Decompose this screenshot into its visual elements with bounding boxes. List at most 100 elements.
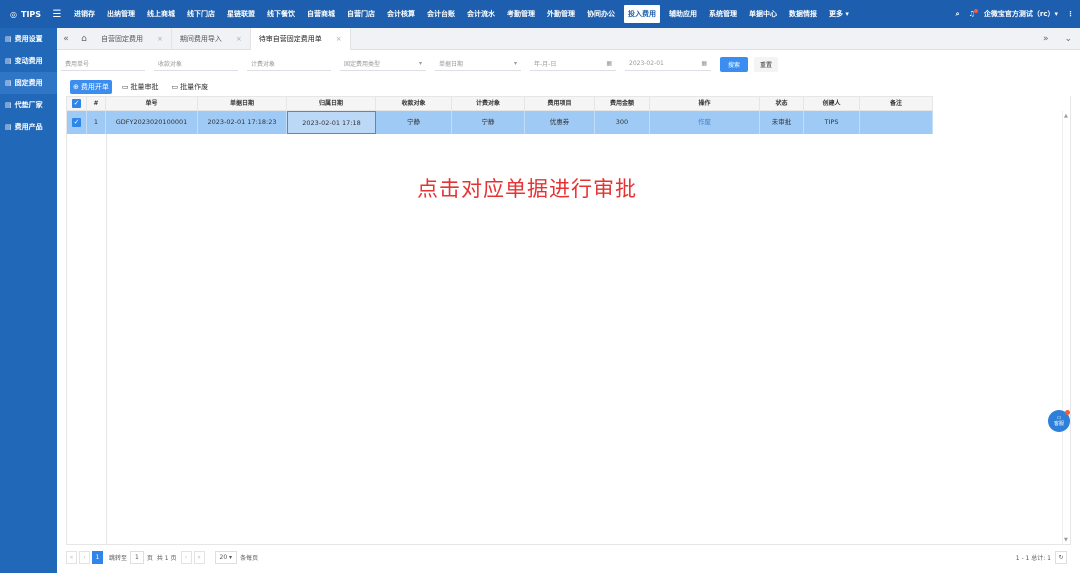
nav-item[interactable]: 自营门店 — [341, 0, 381, 28]
reset-button[interactable]: 重置 — [754, 56, 779, 72]
nav-item[interactable]: 进销存 — [68, 0, 101, 28]
fee-type-select[interactable]: 固定费用类型 ▾ — [340, 57, 426, 71]
nav-item[interactable]: 辅助应用 — [663, 0, 703, 28]
close-icon[interactable]: × — [157, 28, 163, 50]
nav-item[interactable]: 系统管理 — [703, 0, 743, 28]
nav-item[interactable]: 线下门店 — [181, 0, 221, 28]
cell-bill-date[interactable]: 2023-02-01 17:18:23 — [198, 111, 287, 134]
logo-text: TIPS — [20, 9, 42, 19]
cell-creator[interactable]: TIPS — [804, 111, 860, 134]
tab-scroll-right-icon[interactable]: » — [1043, 34, 1049, 44]
nav-item-active[interactable]: 投入费用 — [624, 5, 660, 23]
sidebar-item-variable-fee[interactable]: ▤ 变动费用 — [0, 50, 57, 72]
column-header[interactable]: 计费对象 — [452, 97, 525, 111]
last-page-icon[interactable]: » — [193, 550, 205, 564]
pager-summary: 1 - 1 总计: 1 ↻ — [1015, 550, 1067, 564]
column-header[interactable]: 收款对象 — [376, 97, 452, 111]
start-date-input[interactable]: 年-月-日 ▦ — [530, 57, 616, 71]
vertical-scrollbar[interactable]: ▲ ▼ — [1062, 111, 1070, 545]
cell-amount[interactable]: 300 — [595, 111, 650, 134]
column-header[interactable]: 单据日期 — [198, 97, 287, 111]
column-header[interactable]: 状态 — [760, 97, 804, 111]
search-button[interactable]: 搜索 — [720, 56, 749, 72]
first-page-icon[interactable]: « — [66, 550, 77, 564]
app-logo[interactable]: ◎ TIPS — [0, 10, 46, 19]
date-type-select[interactable]: 单据日期 ▾ — [435, 57, 521, 71]
page-size-select[interactable]: 20 ▾ — [214, 550, 238, 564]
end-date-input[interactable]: 2023-02-01 ▦ — [625, 57, 711, 71]
next-page-icon[interactable]: › — [180, 550, 192, 564]
menu-toggle-icon[interactable]: ☰ — [46, 9, 68, 20]
tab-fixed-fee[interactable]: 自营固定费用 × — [93, 27, 172, 50]
nav-more[interactable]: 更多 ▾ — [823, 0, 855, 28]
table-row[interactable]: ✓ 1 GDFY2023020100001 2023-02-01 17:18:2… — [67, 111, 933, 134]
close-icon[interactable]: × — [336, 28, 342, 50]
sidebar-item-fixed-fee[interactable]: ▤ 固定费用 — [0, 72, 57, 94]
tab-scroll-left-icon[interactable]: « — [57, 34, 75, 44]
void-link[interactable]: 作废 — [650, 111, 760, 134]
nav-item[interactable]: 会计流水 — [461, 0, 501, 28]
cost-target-input[interactable]: 计费对象 — [247, 57, 331, 71]
nav-item[interactable]: 考勤管理 — [501, 0, 541, 28]
nav-item[interactable]: 出纳管理 — [101, 0, 141, 28]
prev-page-icon[interactable]: ‹ — [79, 550, 90, 564]
nav-item[interactable]: 数据情报 — [783, 0, 823, 28]
column-header[interactable]: 费用项目 — [525, 97, 595, 111]
batch-approve-button[interactable]: ▭ 批量审批 — [119, 80, 162, 94]
sidebar-item-fee-products[interactable]: ▤ 费用产品 — [0, 116, 57, 138]
cell-remark[interactable] — [860, 111, 933, 134]
tab-bar: « ⌂ 自营固定费用 × 期间费用导入 × 待审自营固定费用单 × » ⌄ — [57, 27, 1080, 50]
sidebar-item-vendor-advance[interactable]: ▤ 代垫厂家 — [0, 94, 57, 116]
top-right-tools: ⌕ ♫ 企微宝官方测试（rc）▾ ⋮ — [956, 0, 1074, 28]
cell-status[interactable]: 未审批 — [760, 111, 804, 134]
tab-period-import[interactable]: 期间费用导入 × — [172, 27, 251, 50]
customer-service-button[interactable]: ▭ 客服 — [1048, 410, 1070, 432]
column-header[interactable]: 创建人 — [804, 97, 860, 111]
batch-void-button[interactable]: ▭ 批量作废 — [169, 80, 212, 94]
row-checkbox[interactable]: ✓ — [67, 111, 87, 134]
cell-payee[interactable]: 宁静 — [376, 111, 452, 134]
sidebar-item-fee-settings[interactable]: ▤ 费用设置 — [0, 28, 57, 50]
refresh-icon[interactable]: ↻ — [1055, 550, 1067, 564]
nav-item[interactable]: 外勤管理 — [541, 0, 581, 28]
record-summary: 1 - 1 总计: 1 — [1015, 554, 1051, 562]
page-number-current[interactable]: 1 — [92, 550, 103, 564]
column-header[interactable]: 费用金额 — [595, 97, 650, 111]
cell-belong-date[interactable]: 2023-02-01 17:18 — [287, 111, 376, 134]
nav-item[interactable]: 星链联盟 — [221, 0, 261, 28]
tab-label: 待审自营固定费用单 — [258, 34, 322, 43]
select-all-checkbox[interactable]: ✓ — [67, 97, 87, 111]
open-bill-button[interactable]: ⊕ 费用开单 — [70, 79, 112, 94]
calendar-icon: ▦ — [701, 60, 707, 67]
cell-fee-item[interactable]: 优惠券 — [525, 111, 595, 134]
nav-item[interactable]: 线下餐饮 — [261, 0, 301, 28]
close-icon[interactable]: × — [236, 28, 242, 50]
chevron-down-icon[interactable]: ⌄ — [1064, 34, 1072, 44]
more-vertical-icon[interactable]: ⋮ — [1067, 10, 1074, 18]
nav-item[interactable]: 会计台账 — [421, 0, 461, 28]
home-icon[interactable]: ⌂ — [75, 34, 93, 44]
bill-no-input[interactable]: 费用单号 — [61, 57, 145, 71]
nav-item[interactable]: 自营商城 — [301, 0, 341, 28]
column-header[interactable]: 单号 — [106, 97, 198, 111]
tab-pending-fixed-fee[interactable]: 待审自营固定费用单 × — [250, 27, 351, 50]
search-icon[interactable]: ⌕ — [956, 10, 960, 19]
goto-label: 跳转至 — [109, 554, 128, 562]
nav-item[interactable]: 单据中心 — [743, 0, 783, 28]
cell-cost-target[interactable]: 宁静 — [452, 111, 525, 134]
button-label: 费用开单 — [80, 82, 109, 91]
scroll-down-icon[interactable]: ▼ — [1064, 537, 1068, 543]
nav-item[interactable]: 线上商城 — [141, 0, 181, 28]
nav-item[interactable]: 协同办公 — [581, 0, 621, 28]
user-menu[interactable]: 企微宝官方测试（rc）▾ — [984, 9, 1058, 19]
column-header[interactable]: 备注 — [860, 97, 933, 111]
bell-icon[interactable]: ♫ — [969, 9, 978, 18]
column-header[interactable]: 归属日期 — [287, 97, 376, 111]
service-label: 客服 — [1053, 421, 1064, 427]
scroll-up-icon[interactable]: ▲ — [1064, 113, 1068, 119]
payee-input[interactable]: 收款对象 — [154, 57, 238, 71]
goto-page-input[interactable]: 1 — [130, 550, 144, 564]
nav-item[interactable]: 会计核算 — [381, 0, 421, 28]
column-header: # — [87, 97, 106, 111]
cell-bill-no[interactable]: GDFY2023020100001 — [106, 111, 198, 134]
